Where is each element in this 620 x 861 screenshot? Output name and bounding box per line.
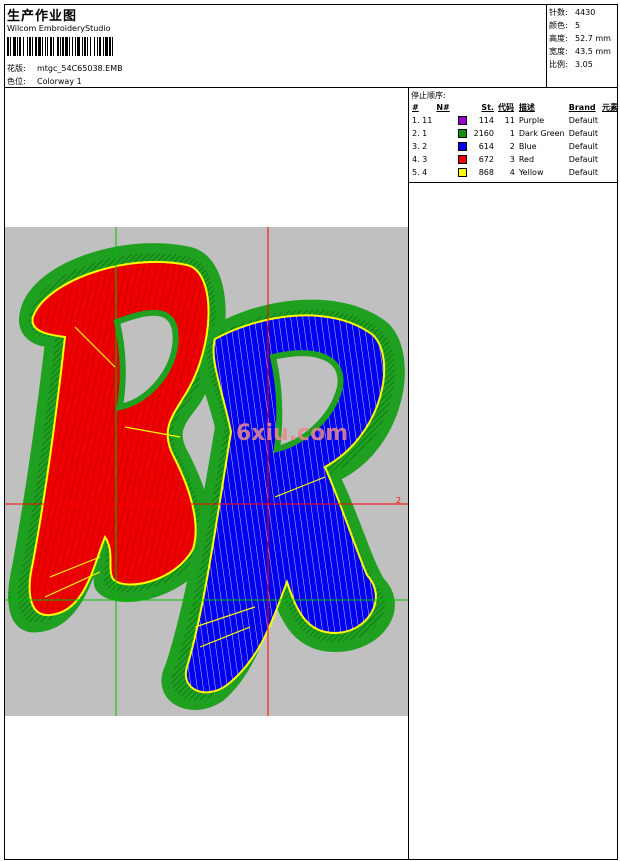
row-brand: Default: [568, 116, 598, 125]
row-description: Purple: [518, 116, 545, 125]
barcode: [7, 37, 203, 56]
col-header-num: #: [412, 103, 419, 112]
row-code: 4: [509, 168, 515, 177]
watermark-text: 6xiu.com: [236, 421, 349, 446]
stat-width: 宽度: 43.5 mm: [549, 47, 611, 56]
col-header-description: 描述: [518, 103, 535, 112]
design-info: 花版: mtgc_54C65038.EMB: [7, 63, 123, 74]
color-swatch: [456, 140, 471, 153]
thread-color-swatch: [457, 116, 467, 125]
col-header-needle: N#: [436, 103, 450, 112]
table-header-row: # N# St. 代码 描述 Brand 元素: [410, 101, 620, 114]
col-header-brand: Brand: [568, 103, 596, 112]
color-swatch: [456, 114, 471, 127]
row-stitches: 114: [478, 116, 494, 125]
row-code: 11: [504, 116, 515, 125]
col-header-code: 代码: [497, 103, 514, 112]
col-header-element: 元素: [602, 103, 618, 112]
row-description: Red: [518, 155, 535, 164]
row-element: [600, 114, 620, 127]
row-number: 2. 1: [412, 129, 428, 138]
row-needle: [434, 166, 455, 179]
color-table-bottom-divider: [408, 182, 618, 183]
design-stats: 针数: 4430 颜色: 5 高度: 52.7 mm 宽度: 43.5 mm 比例: 3.…: [549, 6, 611, 71]
colorway-value: Colorway 1: [37, 77, 82, 86]
stat-colors: 颜色: 5: [549, 21, 581, 30]
color-swatch: [456, 153, 471, 166]
row-number: 4. 3: [412, 155, 428, 164]
row-description: Dark Green: [518, 129, 565, 138]
colorway-label: 色位:: [7, 77, 26, 86]
axis-label-1: 1: [7, 591, 13, 600]
stat-stitches: 针数: 4430: [549, 8, 596, 17]
row-brand: Default: [568, 129, 598, 138]
row-stitches: 672: [478, 155, 494, 164]
colorway-info: 色位: Colorway 1: [7, 76, 82, 87]
thread-color-swatch: [457, 129, 467, 138]
color-swatch: [456, 166, 471, 179]
color-swatch: [456, 127, 471, 140]
header-bottom-divider: [4, 87, 618, 88]
design-filename: mtgc_54C65038.EMB: [37, 64, 123, 73]
stop-sequence-label: 停止顺序:: [411, 91, 446, 100]
software-name: Wilcom EmbroideryStudio: [7, 24, 111, 33]
row-element: [600, 166, 620, 179]
row-brand: Default: [568, 142, 598, 151]
row-element: [600, 153, 620, 166]
info-column-divider: [408, 87, 409, 860]
row-brand: Default: [568, 168, 598, 177]
thread-color-swatch: [457, 155, 467, 164]
table-row: 3. 2 614 2 Blue Default: [410, 140, 620, 153]
table-row: 5. 4 868 4 Yellow Default: [410, 166, 620, 179]
table-row: 1. 11 114 11 Purple Default: [410, 114, 620, 127]
embroidery-design-svg: [5, 227, 408, 716]
row-stitches: 2160: [473, 129, 494, 138]
design-label: 花版:: [7, 64, 26, 73]
row-brand: Default: [568, 155, 598, 164]
row-number: 1. 11: [412, 116, 433, 125]
embroidery-preview: [5, 227, 408, 716]
row-number: 3. 2: [412, 142, 428, 151]
table-row: 4. 3 672 3 Red Default: [410, 153, 620, 166]
row-needle: [434, 127, 455, 140]
row-stitches: 614: [478, 142, 494, 151]
row-number: 5. 4: [412, 168, 428, 177]
row-description: Yellow: [518, 168, 544, 177]
stat-height: 高度: 52.7 mm: [549, 34, 611, 43]
row-code: 2: [509, 142, 515, 151]
row-needle: [434, 140, 455, 153]
row-code: 1: [509, 129, 515, 138]
thread-color-swatch: [457, 168, 467, 177]
axis-label-2: 2: [396, 496, 402, 505]
table-row: 2. 1 2160 1 Dark Green Default: [410, 127, 620, 140]
row-element: [600, 140, 620, 153]
row-description: Blue: [518, 142, 537, 151]
stats-divider: [546, 4, 547, 87]
row-needle: [434, 153, 455, 166]
col-header-swatch: [456, 101, 471, 114]
page-title: 生产作业图: [7, 9, 78, 24]
col-header-stitches: St.: [481, 103, 494, 112]
thread-color-swatch: [457, 142, 467, 151]
row-code: 3: [509, 155, 515, 164]
stat-scale: 比例: 3.05: [549, 60, 593, 69]
row-stitches: 868: [478, 168, 494, 177]
thread-color-table: # N# St. 代码 描述 Brand 元素 1. 11 114 11 Purple…: [410, 101, 620, 179]
row-needle: [434, 114, 455, 127]
row-element: [600, 127, 620, 140]
